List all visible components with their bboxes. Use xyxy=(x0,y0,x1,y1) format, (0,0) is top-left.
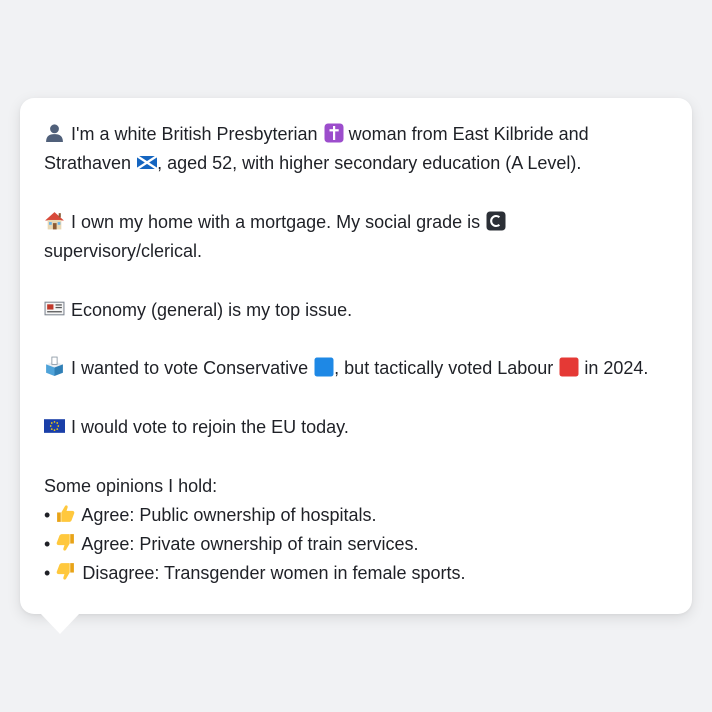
letter-c-icon xyxy=(486,211,506,231)
opinion-text: Agree: Public ownership of hospitals. xyxy=(81,504,377,525)
bullet: • xyxy=(44,534,51,555)
identity-text-after: , aged 52, with higher secondary educati… xyxy=(157,153,582,174)
ballot-box-icon xyxy=(44,356,65,377)
thumbs-up-icon xyxy=(55,503,76,524)
vote-line: I wanted to vote Conservative , but tact… xyxy=(44,354,668,383)
opinion-item: • Agree: Public ownership of hospitals. xyxy=(44,501,668,530)
bubble-tail xyxy=(40,613,80,634)
vote-text-after: in 2024. xyxy=(584,358,649,379)
opinion-text: Disagree: Transgender women in female sp… xyxy=(82,563,466,584)
bullet: • xyxy=(44,504,51,525)
opinion-text: Agree: Private ownership of train servic… xyxy=(81,534,419,555)
housing-text-before: I own my home with a mortgage. My social… xyxy=(71,211,481,232)
housing-text-after: supervisory/clerical. xyxy=(44,241,203,262)
latin-cross-icon xyxy=(324,123,344,143)
blue-square-icon xyxy=(314,357,334,377)
opinion-item: • Agree: Private ownership of train serv… xyxy=(44,530,668,559)
eu-text: I would vote to rejoin the EU today. xyxy=(71,416,349,437)
eu-flag-icon xyxy=(44,415,65,436)
red-square-icon xyxy=(559,357,579,377)
issue-text: Economy (general) is my top issue. xyxy=(71,299,353,320)
newspaper-icon xyxy=(44,298,65,319)
thumbs-down-icon xyxy=(55,532,76,553)
identity-text-before: I'm a white British Presbyterian xyxy=(71,124,318,144)
opinion-item: • Disagree: Transgender women in female … xyxy=(44,559,668,588)
opinions-heading: Some opinions I hold: xyxy=(44,475,218,496)
thumbs-down-icon xyxy=(55,561,76,582)
house-icon xyxy=(44,210,65,231)
vote-text-before: I wanted to vote Conservative xyxy=(71,358,309,379)
person-silhouette-icon xyxy=(44,122,65,143)
scotland-flag-icon xyxy=(137,152,158,172)
housing-line: I own my home with a mortgage. My social… xyxy=(44,208,668,267)
opinions-list: • Agree: Public ownership of hospitals. … xyxy=(44,501,668,589)
bullet: • xyxy=(44,563,51,584)
message-bubble: I'm a white British Presbyterian woman f… xyxy=(20,98,692,614)
vote-text-middle: , but tactically voted Labour xyxy=(334,358,554,379)
eu-line: I would vote to rejoin the EU today. xyxy=(44,413,668,442)
issue-line: Economy (general) is my top issue. xyxy=(44,296,668,325)
identity-line: I'm a white British Presbyterian woman f… xyxy=(44,120,668,179)
